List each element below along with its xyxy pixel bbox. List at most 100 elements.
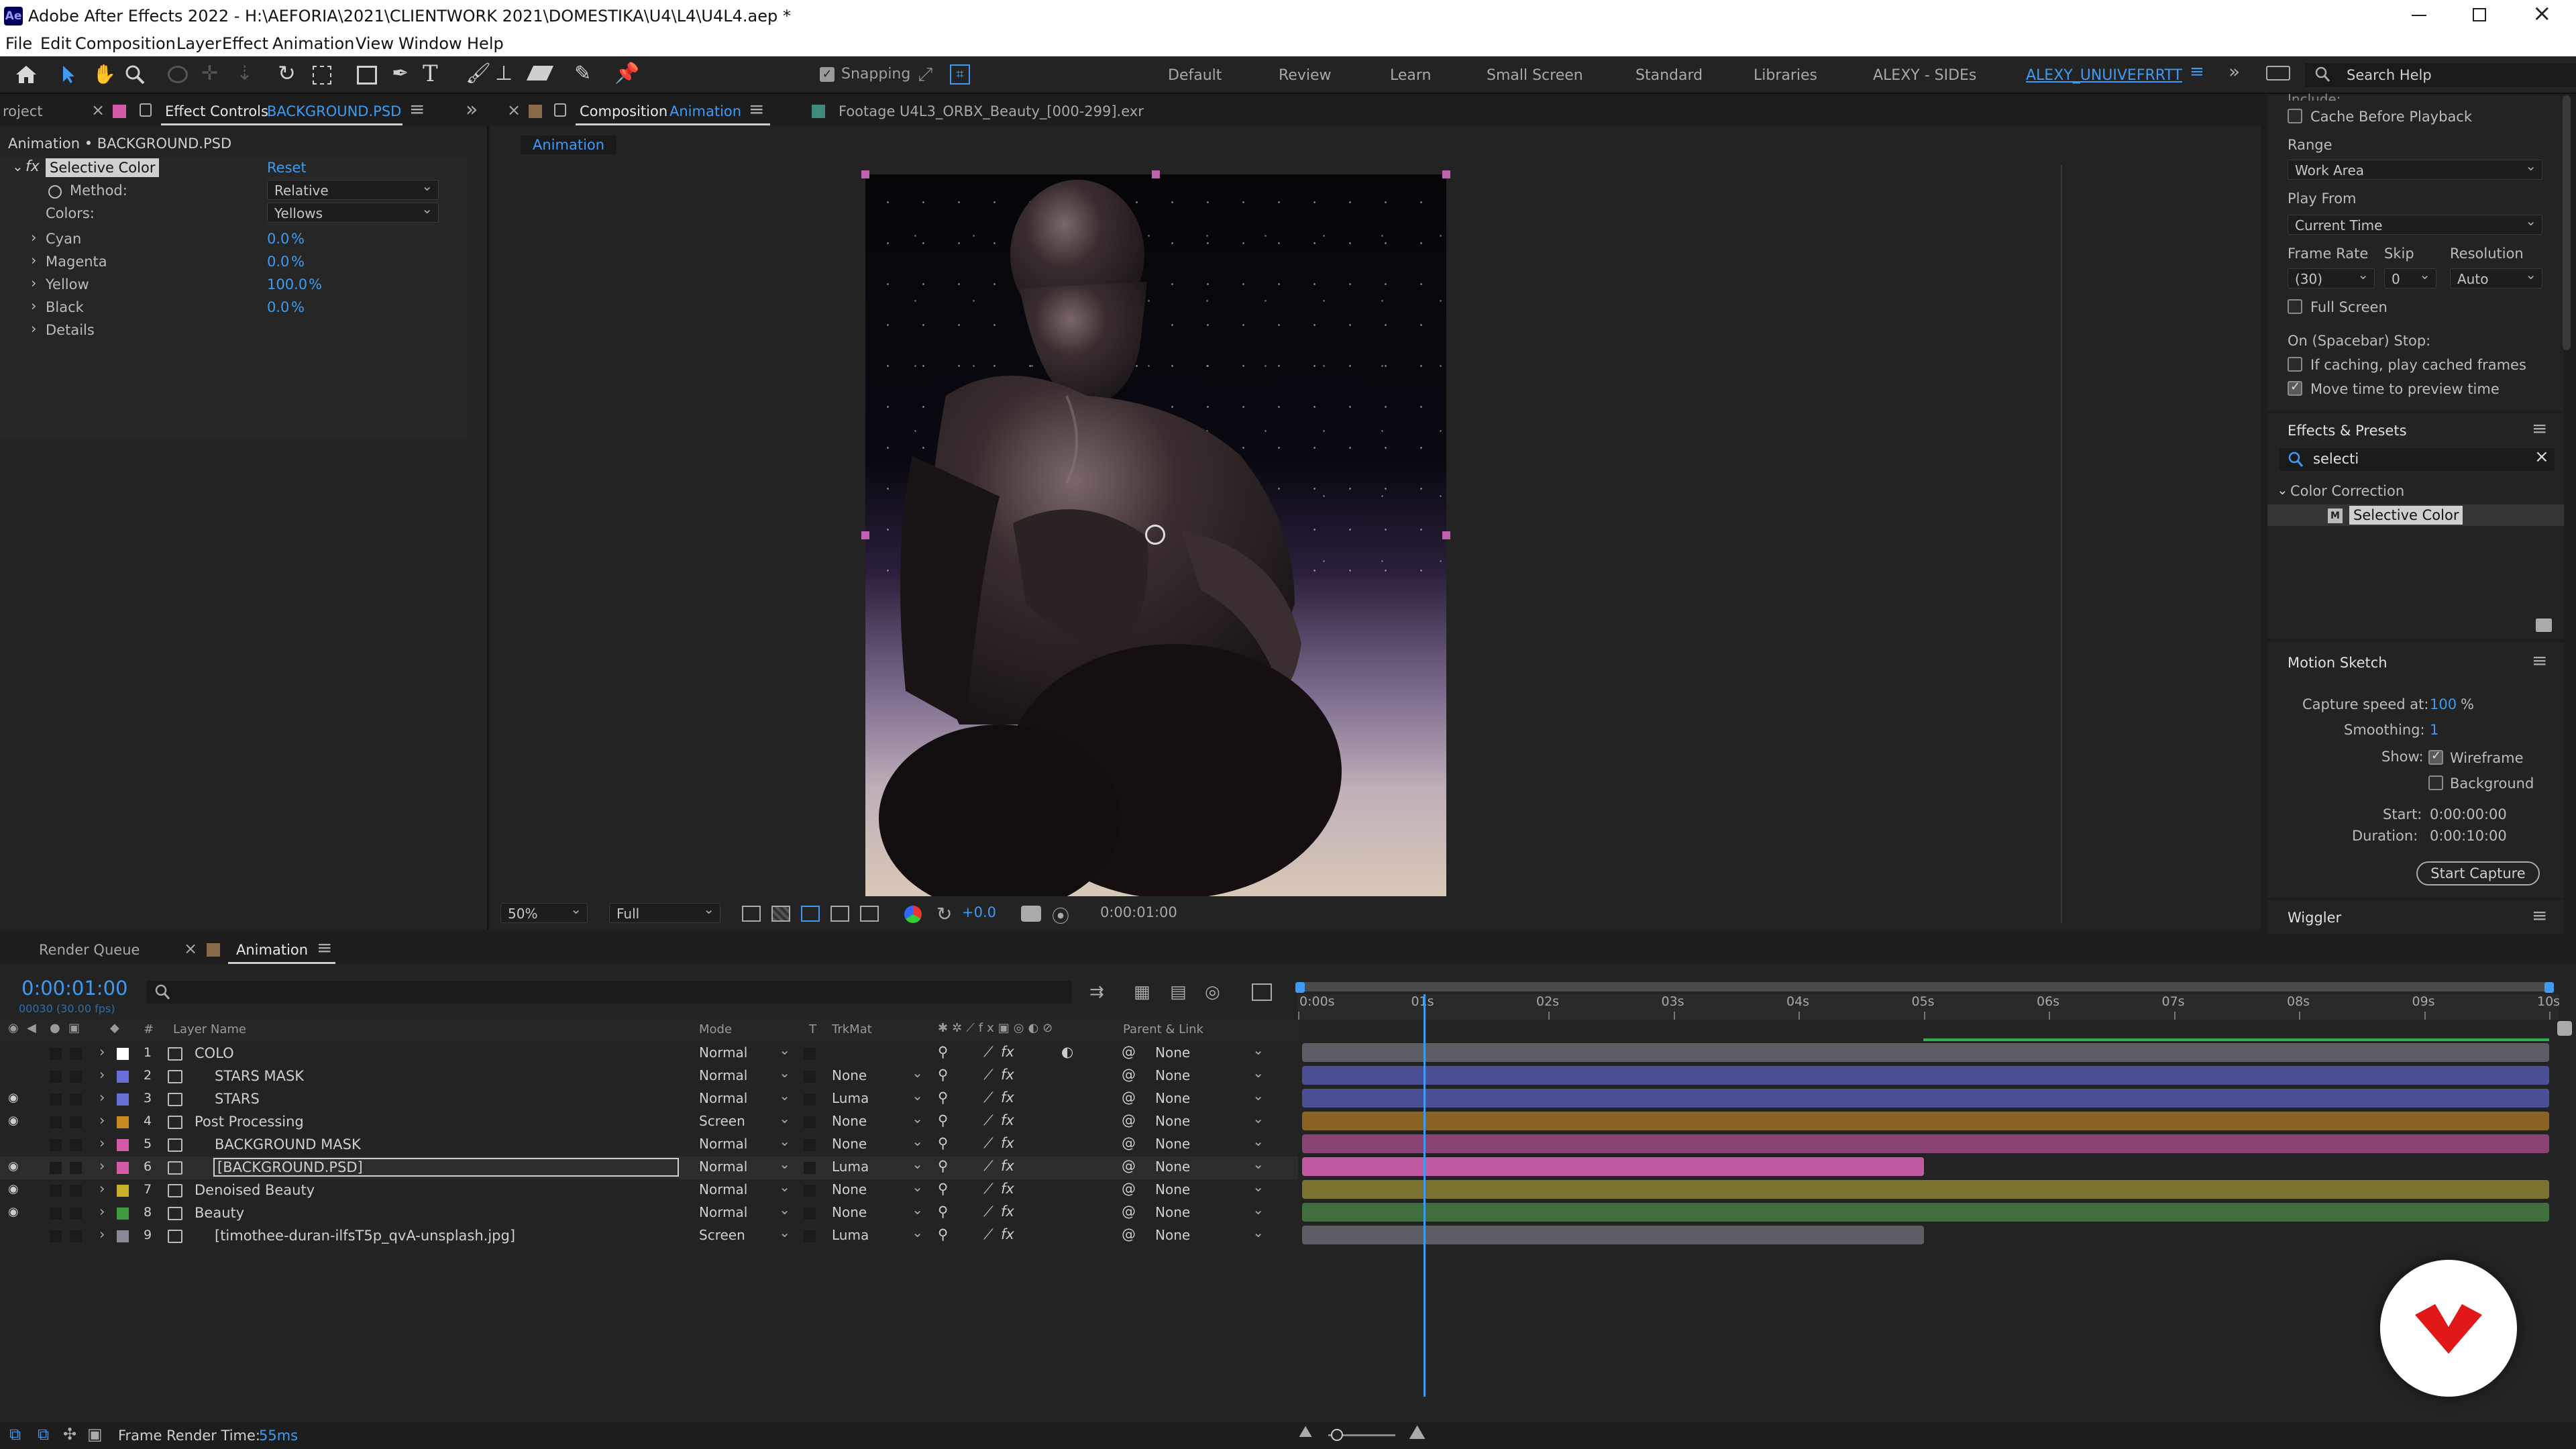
exposure-value[interactable]: +0.0 bbox=[962, 904, 996, 920]
tab-effect-controls[interactable]: Effect Controls bbox=[165, 103, 268, 119]
lock-box[interactable] bbox=[70, 1208, 82, 1220]
workspace-libraries[interactable]: Libraries bbox=[1754, 67, 1817, 84]
selection-tool-icon[interactable] bbox=[59, 64, 78, 85]
shy-switch-icon[interactable]: ⚲ bbox=[938, 1181, 948, 1197]
parent-dropdown[interactable]: None ⌄ bbox=[1155, 1087, 1267, 1109]
quality-switch-icon[interactable]: ⟋ bbox=[983, 1067, 994, 1083]
magnification-dropdown[interactable]: 50% bbox=[500, 901, 588, 923]
puppet-pin-tool-icon[interactable]: 📌 bbox=[614, 62, 639, 85]
mode-dropdown[interactable]: Normal ⌄ bbox=[699, 1179, 793, 1200]
grid-guides-icon[interactable] bbox=[860, 906, 879, 922]
panel-menu-icon[interactable]: ≡ bbox=[409, 98, 425, 120]
menu-animation[interactable]: Animation bbox=[272, 34, 354, 53]
close-tab-icon[interactable]: × bbox=[184, 939, 197, 958]
quality-switch-icon[interactable]: ⟋ bbox=[983, 1089, 994, 1106]
tab-project[interactable]: roject bbox=[3, 103, 43, 119]
label-color-swatch[interactable] bbox=[117, 1162, 129, 1174]
fx-icon[interactable]: fx bbox=[25, 158, 40, 175]
layer-row[interactable]: › 9 [timothee-duran-ilfsT5p_qvA-unsplash.j… bbox=[0, 1224, 1298, 1248]
move-time-checkbox[interactable] bbox=[2288, 380, 2302, 396]
layer-name[interactable]: Post Processing bbox=[195, 1114, 304, 1130]
preserve-transparency-box[interactable] bbox=[804, 1162, 816, 1174]
param-value[interactable]: 0.0 bbox=[267, 299, 289, 315]
tab-timeline-comp[interactable]: Animation bbox=[236, 942, 308, 958]
parent-dropdown[interactable]: None ⌄ bbox=[1155, 1179, 1267, 1200]
menu-edit[interactable]: Edit bbox=[40, 34, 71, 53]
layer-duration-bar[interactable] bbox=[1302, 1134, 2549, 1153]
rectangle-tool-icon[interactable] bbox=[357, 66, 377, 85]
dolly-tool-icon[interactable]: ⇣ bbox=[236, 62, 253, 85]
pick-whip-icon[interactable]: @ bbox=[1122, 1067, 1136, 1083]
zoom-tool-icon[interactable] bbox=[125, 64, 145, 85]
pen-tool-icon[interactable]: ✒ bbox=[392, 62, 409, 85]
shy-switch-icon[interactable]: ⚲ bbox=[938, 1226, 948, 1242]
adjustment-layer-icon[interactable]: ◐ bbox=[1061, 1044, 1073, 1060]
reset-link[interactable]: Reset bbox=[267, 160, 307, 176]
param-row-black[interactable]: › Black 0.0 % bbox=[0, 295, 467, 318]
zoom-in-icon[interactable]: ⛰ bbox=[1409, 1421, 1426, 1444]
layer-name[interactable]: [BACKGROUND.PSD] bbox=[213, 1158, 679, 1177]
lock-box[interactable] bbox=[70, 1162, 82, 1174]
roto-brush-tool-icon[interactable]: ✎ bbox=[574, 62, 591, 85]
quality-switch-icon[interactable]: ⟋ bbox=[983, 1112, 994, 1129]
param-row-magenta[interactable]: › Magenta 0.0 % bbox=[0, 250, 467, 272]
playhead[interactable] bbox=[1423, 994, 1426, 1397]
lock-box[interactable] bbox=[70, 1071, 82, 1083]
effects-category[interactable]: Color Correction bbox=[2290, 483, 2404, 499]
menu-layer[interactable]: Layer bbox=[176, 34, 221, 53]
panel-menu-icon[interactable]: ≡ bbox=[2532, 417, 2547, 439]
expand-chevron-icon[interactable]: › bbox=[99, 1226, 105, 1242]
home-icon[interactable] bbox=[15, 64, 38, 85]
layer-row[interactable]: › 1 COLO Normal ⌄ ⚲ ⟋ fx ◐ @ None ⌄ bbox=[0, 1042, 1298, 1065]
workspace-learn[interactable]: Learn bbox=[1390, 67, 1432, 84]
param-value[interactable]: 0.0 bbox=[267, 231, 289, 247]
shy-switch-icon[interactable]: ⚲ bbox=[938, 1044, 948, 1060]
workspace-overflow-icon[interactable]: » bbox=[2229, 60, 2240, 83]
layer-name[interactable]: Beauty bbox=[195, 1205, 244, 1221]
time-ruler[interactable]: 0:00s01s02s03s04s05s06s07s08s09s10s bbox=[1298, 994, 2560, 1020]
layer-name[interactable]: BACKGROUND MASK bbox=[215, 1136, 361, 1152]
fx-switch-icon[interactable]: fx bbox=[1001, 1112, 1014, 1128]
preserve-transparency-box[interactable] bbox=[804, 1048, 816, 1060]
visibility-eye-icon[interactable]: ◉ bbox=[8, 1114, 19, 1128]
right-panel-scrollbar[interactable] bbox=[2563, 95, 2571, 350]
snap-features-icon[interactable]: ⌗ bbox=[950, 64, 970, 85]
lock-box[interactable] bbox=[70, 1230, 82, 1242]
layer-duration-bar[interactable] bbox=[1302, 1157, 1924, 1176]
panel-menu-icon[interactable]: ≡ bbox=[749, 98, 764, 120]
snapshot-icon[interactable] bbox=[1021, 906, 1041, 922]
effect-item-label[interactable]: Selective Color bbox=[2349, 506, 2463, 525]
search-help-field[interactable]: Search Help bbox=[2305, 63, 2576, 87]
comp-sub-tab[interactable]: Animation bbox=[521, 136, 617, 154]
label-color-swatch[interactable] bbox=[117, 1185, 129, 1197]
preserve-transparency-box[interactable] bbox=[804, 1093, 816, 1106]
mode-dropdown[interactable]: Normal ⌄ bbox=[699, 1042, 793, 1063]
eraser-tool-icon[interactable] bbox=[526, 66, 554, 80]
mode-dropdown[interactable]: Screen ⌄ bbox=[699, 1224, 793, 1246]
layer-search-field[interactable] bbox=[146, 981, 1072, 1004]
parent-dropdown[interactable]: None ⌄ bbox=[1155, 1065, 1267, 1086]
parent-dropdown[interactable]: None ⌄ bbox=[1155, 1110, 1267, 1132]
type-tool-icon[interactable]: T bbox=[423, 60, 438, 87]
panel-menu-icon[interactable]: ≡ bbox=[2532, 904, 2547, 926]
menu-composition[interactable]: Composition bbox=[75, 34, 176, 53]
trkmat-dropdown[interactable]: Luma ⌄ bbox=[832, 1087, 926, 1109]
workspace-menu-icon[interactable]: ≡ bbox=[2190, 62, 2204, 82]
mode-dropdown[interactable]: Normal ⌄ bbox=[699, 1133, 793, 1155]
param-value[interactable]: 0.0 bbox=[267, 254, 289, 270]
snap-edges-icon[interactable]: ⤢ bbox=[918, 63, 932, 86]
effect-row[interactable]: ⌄ fx Selective Color Reset bbox=[0, 157, 467, 180]
stopwatch-icon[interactable] bbox=[48, 185, 62, 199]
solo-box[interactable] bbox=[50, 1071, 62, 1083]
resolution-dropdown-preview[interactable]: Auto bbox=[2450, 266, 2542, 288]
expand-chevron-icon[interactable]: › bbox=[99, 1135, 105, 1151]
smoothing-value[interactable]: 1 bbox=[2430, 722, 2438, 738]
shy-switch-icon[interactable]: ⚲ bbox=[938, 1158, 948, 1174]
fast-previews-icon[interactable] bbox=[742, 906, 761, 922]
resolution-dropdown[interactable]: Full bbox=[609, 901, 720, 923]
mode-dropdown[interactable]: Normal ⌄ bbox=[699, 1065, 793, 1086]
preserve-transparency-box[interactable] bbox=[804, 1139, 816, 1151]
lock-box[interactable] bbox=[70, 1185, 82, 1197]
fx-switch-icon[interactable]: fx bbox=[1001, 1067, 1014, 1083]
menu-effect[interactable]: Effect bbox=[222, 34, 268, 53]
